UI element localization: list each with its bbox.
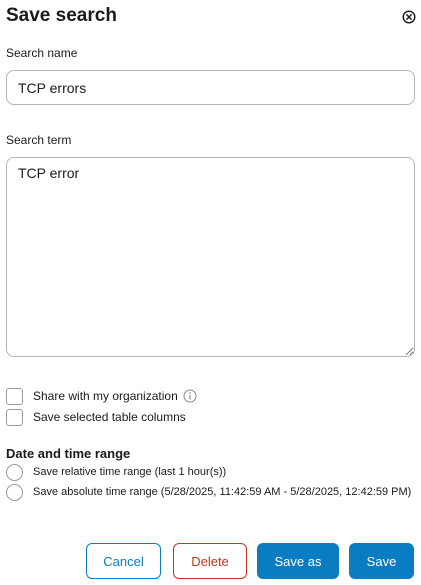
share-checkbox-label[interactable]: Share with my organization (33, 389, 178, 403)
cancel-button[interactable]: Cancel (86, 543, 161, 579)
dialog-title: Save search (6, 5, 117, 26)
save-columns-checkbox[interactable] (6, 408, 23, 426)
save-button[interactable]: Save (349, 543, 414, 579)
search-name-input[interactable] (6, 70, 415, 105)
delete-button[interactable]: Delete (173, 543, 247, 579)
absolute-range-radio[interactable] (6, 483, 23, 501)
close-circle-icon (401, 9, 416, 24)
save-as-button[interactable]: Save as (257, 543, 339, 579)
date-time-heading: Date and time range (6, 446, 131, 461)
info-icon[interactable] (183, 389, 197, 403)
search-term-label: Search term (6, 133, 72, 147)
absolute-range-row: Save absolute time range (5/28/2025, 11:… (6, 483, 411, 501)
columns-option-row: Save selected table columns (6, 408, 186, 426)
relative-range-row: Save relative time range (last 1 hour(s)… (6, 463, 226, 481)
relative-range-label[interactable]: Save relative time range (last 1 hour(s)… (33, 466, 226, 478)
absolute-range-label[interactable]: Save absolute time range (5/28/2025, 11:… (33, 486, 411, 498)
relative-range-radio[interactable] (6, 463, 23, 481)
save-columns-label[interactable]: Save selected table columns (33, 410, 186, 424)
search-name-label: Search name (6, 46, 78, 60)
close-button[interactable] (401, 9, 416, 24)
share-checkbox[interactable] (6, 387, 23, 405)
search-term-textarea[interactable]: TCP error (6, 157, 415, 357)
share-option-row: Share with my organization (6, 387, 197, 405)
